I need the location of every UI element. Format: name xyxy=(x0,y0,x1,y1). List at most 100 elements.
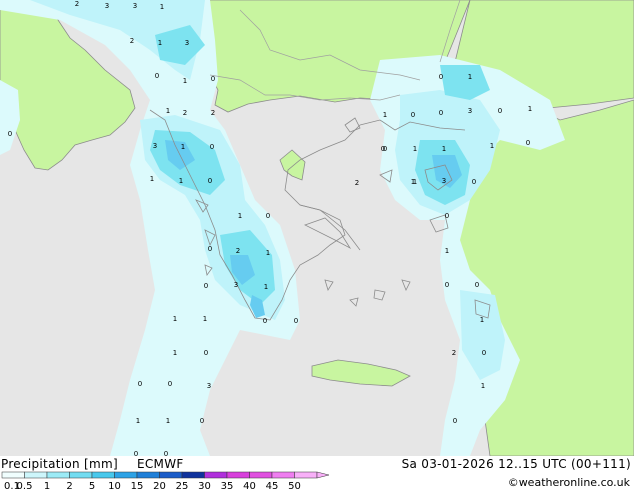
point-value-label: 1 xyxy=(383,111,387,119)
point-value-label: 0 xyxy=(208,245,212,253)
point-value-label: 0 xyxy=(294,317,298,325)
point-value-label: 1 xyxy=(442,145,446,153)
point-value-label: 0 xyxy=(168,380,172,388)
legend-tick-label: 15 xyxy=(131,481,144,490)
legend-swatch xyxy=(249,471,273,479)
point-value-label: 1 xyxy=(413,145,417,153)
point-value-label: 1 xyxy=(445,247,449,255)
point-value-label: 0 xyxy=(138,380,142,388)
point-value-label: 1 xyxy=(528,105,532,113)
legend-tick-label: 20 xyxy=(153,481,166,490)
weather-map-view: 2331213010012231011010210310001100100102… xyxy=(0,0,634,490)
point-value-label: 0 xyxy=(263,317,267,325)
point-value-label: 3 xyxy=(185,39,189,47)
legend-swatch xyxy=(24,471,48,479)
point-value-label: 1 xyxy=(181,143,185,151)
point-value-label: 0 xyxy=(411,111,415,119)
point-value-label: 2 xyxy=(130,37,134,45)
valid-time-label: Sa 03-01-2026 12..15 UTC (00+111) xyxy=(401,457,631,471)
point-value-label: 1 xyxy=(166,107,170,115)
chart-title: Precipitation [mm] xyxy=(1,457,118,471)
point-value-label: 3 xyxy=(442,177,446,185)
point-value-label: 2 xyxy=(75,0,79,8)
point-value-label: 3 xyxy=(234,281,238,289)
legend-swatch xyxy=(204,471,228,479)
legend-swatch xyxy=(1,471,25,479)
legend-ticks: 0.10.5 1 2 5 10 15 20 25 30 35 40 45 50 xyxy=(4,481,301,490)
color-legend: 0.10.5 1 2 5 10 15 20 25 30 35 40 45 50 xyxy=(1,471,330,490)
point-value-label: 0 xyxy=(204,282,208,290)
point-value-label: 0 xyxy=(445,281,449,289)
point-value-label: 0 xyxy=(472,178,476,186)
point-value-label: 1 xyxy=(183,77,187,85)
legend-tick-label: 10 xyxy=(108,481,121,490)
point-value-label: 3 xyxy=(133,2,137,10)
point-value-label: 0 xyxy=(200,417,204,425)
legend-tick-label: 30 xyxy=(198,481,211,490)
point-value-label: 0 xyxy=(526,139,530,147)
point-value-label: 0 xyxy=(439,109,443,117)
legend-swatch xyxy=(226,471,250,479)
legend-swatch xyxy=(181,471,205,479)
point-value-label: 0 xyxy=(475,281,479,289)
point-value-label: 3 xyxy=(153,142,157,150)
legend-swatch xyxy=(114,471,138,479)
point-value-label: 0 xyxy=(211,75,215,83)
point-value-label: 0 xyxy=(204,349,208,357)
point-value-label: 1 xyxy=(238,212,242,220)
credit-link[interactable]: ©weatheronline.co.uk xyxy=(508,476,630,489)
legend-swatch xyxy=(136,471,160,479)
legend-arrow xyxy=(316,471,330,479)
legend-swatch xyxy=(46,471,70,479)
legend-tick-label: 25 xyxy=(176,481,189,490)
point-value-label: 1 xyxy=(173,349,177,357)
legend-tick-label: 0.5 xyxy=(17,481,33,490)
legend-swatch xyxy=(271,471,295,479)
point-value-label: 3 xyxy=(105,2,109,10)
point-value-label: 2 xyxy=(452,349,456,357)
legend-swatches xyxy=(1,471,330,479)
point-value-label: 1 xyxy=(136,417,140,425)
point-value-label: 2 xyxy=(355,179,359,187)
precipitation-map: 2 3 3 1 2 1 3 0 1 0 0 1 2 2 3 1 0 1 1 0 1 0 2 1 0 3 1 0 0 0 1 1 0 0 1 0 0 1 0 2… xyxy=(0,0,634,456)
legend-tick-label: 40 xyxy=(243,481,256,490)
point-value-label: 1 xyxy=(150,175,154,183)
point-value-label: 1 xyxy=(179,177,183,185)
point-value-label: 1 xyxy=(480,316,484,324)
point-value-label: 0 xyxy=(210,143,214,151)
legend-swatch xyxy=(69,471,93,479)
legend-swatch xyxy=(91,471,115,479)
legend-tick-label: 35 xyxy=(221,481,234,490)
legend-tick-label: 50 xyxy=(288,481,301,490)
model-label: ECMWF xyxy=(137,457,184,471)
point-value-label: 2 xyxy=(183,109,187,117)
point-value-label: 1 xyxy=(158,39,162,47)
point-value-label: 2 xyxy=(236,247,240,255)
point-value-label: 1 xyxy=(264,283,268,291)
point-value-label: 0 xyxy=(8,130,12,138)
point-value-label: 0 xyxy=(453,417,457,425)
legend-tick-label: 45 xyxy=(266,481,279,490)
point-value-label: 0 xyxy=(381,145,385,153)
point-value-label: 1 xyxy=(411,178,415,186)
point-value-label: 1 xyxy=(173,315,177,323)
point-value-label: 0 xyxy=(498,107,502,115)
legend-tick-label: 1 xyxy=(44,481,50,490)
point-value-label: 0 xyxy=(482,349,486,357)
point-value-label: 0 xyxy=(155,72,159,80)
point-value-label: 0 xyxy=(439,73,443,81)
point-value-label: 3 xyxy=(468,107,472,115)
point-value-label: 0 xyxy=(208,177,212,185)
point-value-label: 1 xyxy=(203,315,207,323)
point-value-label: 1 xyxy=(468,73,472,81)
legend-tick-label: 5 xyxy=(89,481,95,490)
legend-swatch xyxy=(159,471,183,479)
point-value-label: 0 xyxy=(266,212,270,220)
point-value-label: 2 xyxy=(211,109,215,117)
point-value-label: 3 xyxy=(207,382,211,390)
point-value-label: 1 xyxy=(160,3,164,11)
legend-tick-label: 2 xyxy=(66,481,72,490)
point-value-label: 1 xyxy=(166,417,170,425)
point-value-label: 1 xyxy=(266,249,270,257)
point-value-label: 0 xyxy=(445,212,449,220)
